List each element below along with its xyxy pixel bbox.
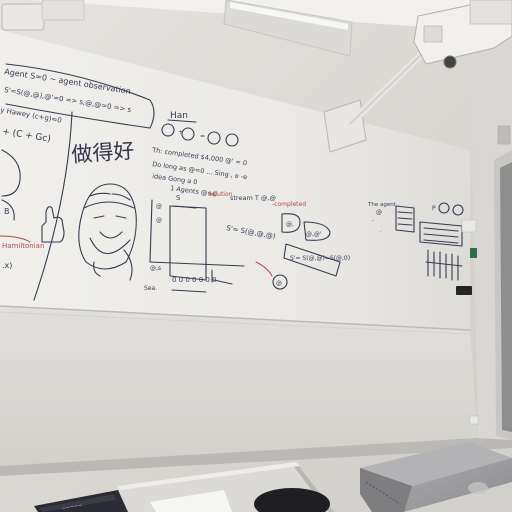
svg-text:@: @ bbox=[156, 203, 162, 210]
wall-vent bbox=[497, 125, 511, 145]
wall-socket bbox=[469, 415, 479, 425]
svg-text:S: S bbox=[176, 194, 181, 202]
svg-text:stream T @,@: stream T @,@ bbox=[230, 194, 276, 202]
svg-text:@: @ bbox=[156, 217, 162, 224]
svg-text:Solution: Solution bbox=[208, 191, 233, 198]
svg-text:B: B bbox=[4, 207, 10, 216]
svg-text:@,@': @,@' bbox=[306, 231, 322, 238]
marker-holder bbox=[456, 286, 472, 295]
svg-text:@: @ bbox=[376, 209, 382, 216]
svg-text:S'= S(@,@)=S(@,0): S'= S(@,@)=S(@,0) bbox=[290, 255, 350, 262]
svg-text:=: = bbox=[200, 133, 205, 140]
door bbox=[500, 162, 512, 432]
wall-device bbox=[1, 3, 45, 31]
svg-text:0 0 0 0 0 0 0: 0 0 0 0 0 0 0 bbox=[172, 276, 217, 284]
photo-scene: Agent S=0 ~ agent observation S'=S(@,@),… bbox=[0, 0, 512, 512]
svg-text:.x): .x) bbox=[2, 261, 12, 270]
svg-text:+: + bbox=[178, 129, 183, 136]
whiteboard-chinese-text: 做得好 bbox=[71, 139, 136, 167]
svg-text:@,: @, bbox=[286, 221, 294, 228]
svg-text:Han: Han bbox=[170, 111, 188, 121]
svg-text:The agent: The agent bbox=[367, 202, 397, 208]
svg-text:Sea.: Sea. bbox=[144, 285, 157, 292]
scene-drawing: Agent S=0 ~ agent observation S'=S(@,@),… bbox=[0, 0, 512, 512]
svg-text:@,s: @,s bbox=[150, 265, 161, 272]
svg-text:P: P bbox=[432, 205, 436, 212]
svg-text:Hamiltonian: Hamiltonian bbox=[2, 242, 44, 250]
wall-switch bbox=[470, 248, 477, 258]
svg-text:@: @ bbox=[276, 280, 282, 287]
wall-outlet bbox=[461, 219, 477, 233]
wall-device-2 bbox=[41, 0, 85, 21]
svg-text:-: - bbox=[372, 218, 374, 224]
svg-text:-completed: -completed bbox=[272, 201, 306, 208]
